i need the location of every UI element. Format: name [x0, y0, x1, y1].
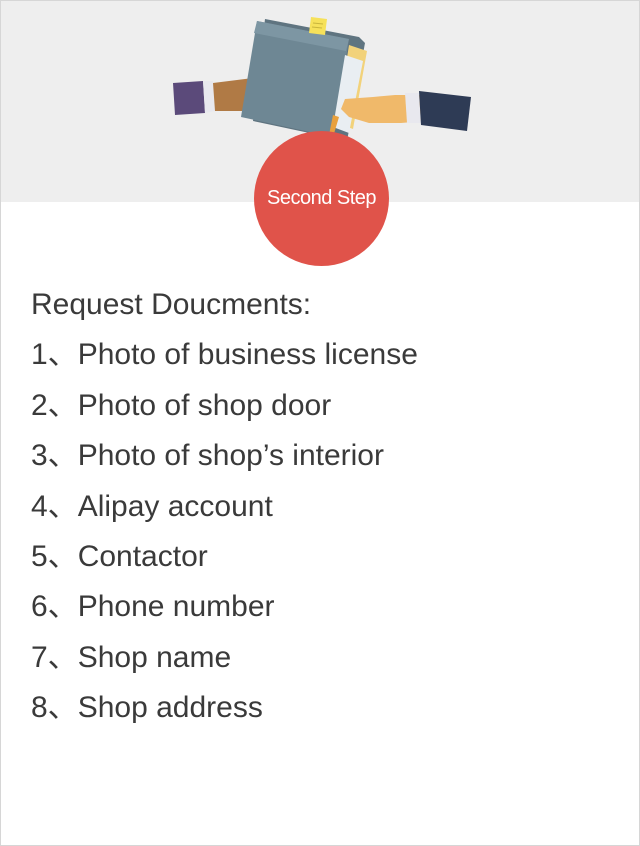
step-card: Second Step Request Doucments: 1、Photo o…: [0, 0, 640, 846]
document-list: Request Doucments: 1、Photo of business l…: [31, 280, 418, 734]
item-text: Photo of shop door: [77, 388, 332, 422]
list-item: 5、Contactor: [31, 532, 418, 582]
list-item: 1、Photo of business license: [31, 330, 418, 380]
list-item: 6、Phone number: [31, 582, 418, 632]
item-text: Photo of shop’s interior: [77, 439, 384, 473]
item-number: 7、: [31, 640, 78, 674]
item-number: 6、: [31, 590, 78, 624]
item-number: 5、: [31, 540, 78, 574]
item-text: Phone number: [77, 590, 275, 624]
document-list-heading: Request Doucments:: [31, 280, 418, 330]
item-number: 1、: [31, 338, 78, 372]
step-badge: Second Step: [254, 131, 389, 266]
list-item: 2、Photo of shop door: [31, 381, 418, 431]
list-item: 3、Photo of shop’s interior: [31, 431, 418, 481]
list-item: 8、Shop address: [31, 683, 418, 733]
item-number: 8、: [31, 691, 78, 725]
item-text: Contactor: [77, 540, 208, 574]
step-label: Second Step: [266, 187, 377, 209]
item-number: 2、: [31, 388, 78, 422]
item-number: 3、: [31, 439, 78, 473]
item-text: Photo of business license: [77, 338, 418, 372]
hands-exchanging-folder-icon: [173, 17, 471, 141]
list-item: 7、Shop name: [31, 633, 418, 683]
item-text: Shop address: [77, 691, 263, 725]
documents-heading: Request Doucments:: [31, 288, 312, 321]
item-text: Alipay account: [77, 489, 273, 523]
item-text: Shop name: [77, 640, 232, 674]
list-item: 4、Alipay account: [31, 482, 418, 532]
item-number: 4、: [31, 489, 78, 523]
